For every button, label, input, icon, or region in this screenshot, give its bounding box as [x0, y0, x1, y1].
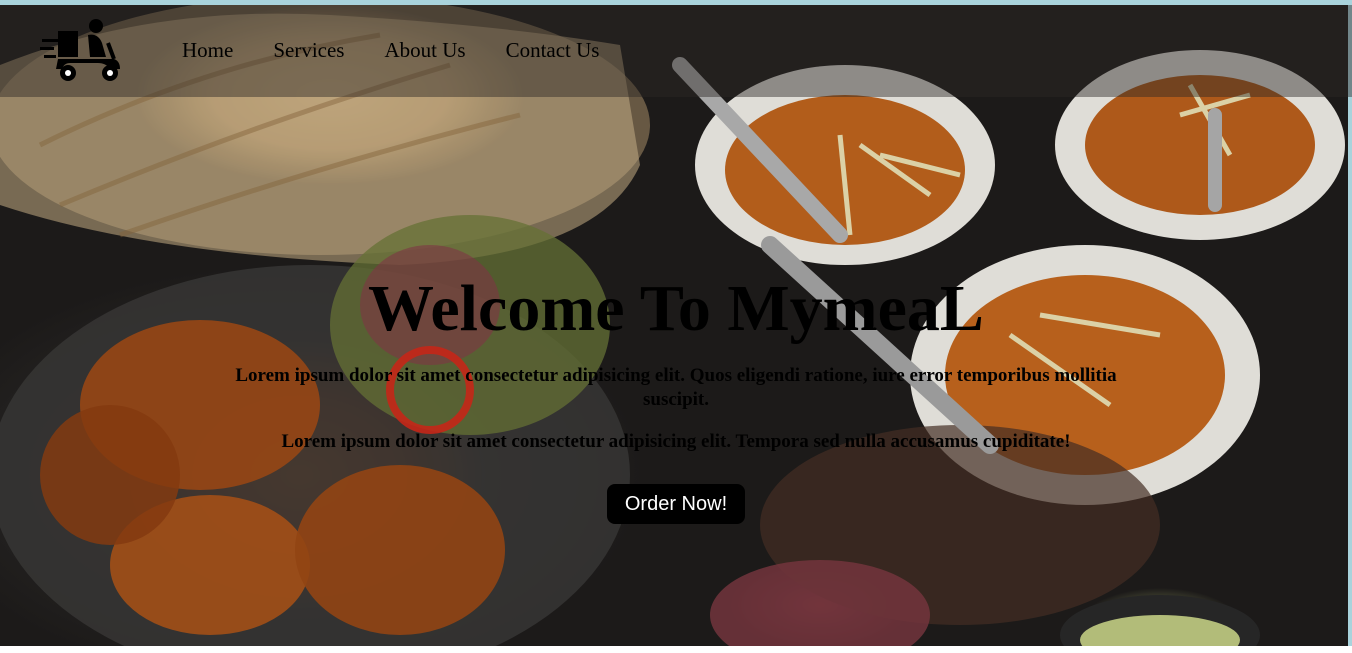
nav-link-about-us[interactable]: About Us [364, 35, 485, 65]
main-nav: Home Services About Us Contact Us [162, 35, 619, 65]
nav-link-services[interactable]: Services [253, 35, 364, 65]
navbar: Home Services About Us Contact Us [0, 5, 1352, 97]
delivery-scooter-icon[interactable] [40, 17, 124, 83]
bottom-border [0, 646, 1352, 653]
hero-title: Welcome To MymeaL [368, 272, 984, 345]
nav-link-contact-us[interactable]: Contact Us [486, 35, 620, 65]
hero-paragraph-1: Lorem ipsum dolor sit amet consectetur a… [235, 365, 1117, 410]
nav-link-home[interactable]: Home [162, 35, 253, 65]
hero-content: Welcome To MymeaL Lorem ipsum dolor sit … [0, 270, 1352, 524]
order-now-button[interactable]: Order Now! [606, 484, 746, 524]
hero-paragraph-2: Lorem ipsum dolor sit amet consectetur a… [281, 431, 1071, 452]
